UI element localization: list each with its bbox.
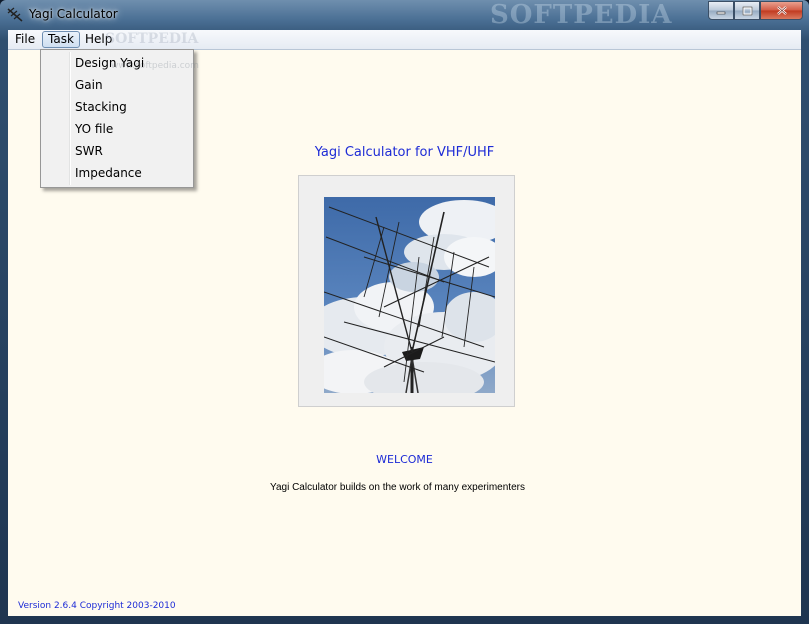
softpedia-watermark: SOFTPEDIA — [105, 31, 199, 47]
menu-item-yo-file[interactable]: YO file — [75, 118, 113, 140]
window-title: Yagi Calculator — [29, 7, 118, 21]
menu-item-impedance[interactable]: Impedance — [75, 162, 142, 184]
menu-task[interactable]: Task — [42, 31, 80, 48]
menu-item-swr[interactable]: SWR — [75, 140, 103, 162]
app-window: Yagi Calculator SOFTPEDIA File Task Help… — [0, 0, 809, 624]
menu-gutter-divider — [69, 52, 70, 185]
title-bar[interactable]: Yagi Calculator SOFTPEDIA — [0, 0, 809, 30]
menu-item-gain[interactable]: Gain — [75, 74, 103, 96]
menu-file[interactable]: File — [10, 31, 40, 48]
photo-frame — [298, 175, 515, 407]
maximize-icon — [742, 6, 752, 15]
tagline-text: Yagi Calculator builds on the work of ma… — [270, 482, 525, 493]
client-area: File Task Help SOFTPEDIA Yagi Calculator… — [8, 30, 801, 616]
minimize-icon — [716, 11, 726, 14]
minimize-button[interactable] — [708, 1, 734, 20]
menu-item-design-yagi[interactable]: Design Yagi — [75, 52, 144, 74]
task-dropdown-menu: www.softpedia.com Design Yagi Gain Stack… — [40, 49, 199, 188]
menu-bar: File Task Help SOFTPEDIA — [8, 30, 801, 50]
close-icon — [776, 6, 787, 15]
maximize-button[interactable] — [734, 1, 760, 20]
version-text: Version 2.6.4 Copyright 2003-2010 — [18, 601, 176, 611]
softpedia-watermark: SOFTPEDIA — [490, 0, 673, 30]
yagi-antenna-photo — [324, 197, 495, 393]
close-button[interactable] — [760, 1, 803, 20]
app-antenna-icon[interactable] — [6, 7, 24, 23]
menu-item-stacking[interactable]: Stacking — [75, 96, 127, 118]
welcome-text: WELCOME — [376, 453, 433, 466]
caption-buttons — [708, 1, 803, 21]
